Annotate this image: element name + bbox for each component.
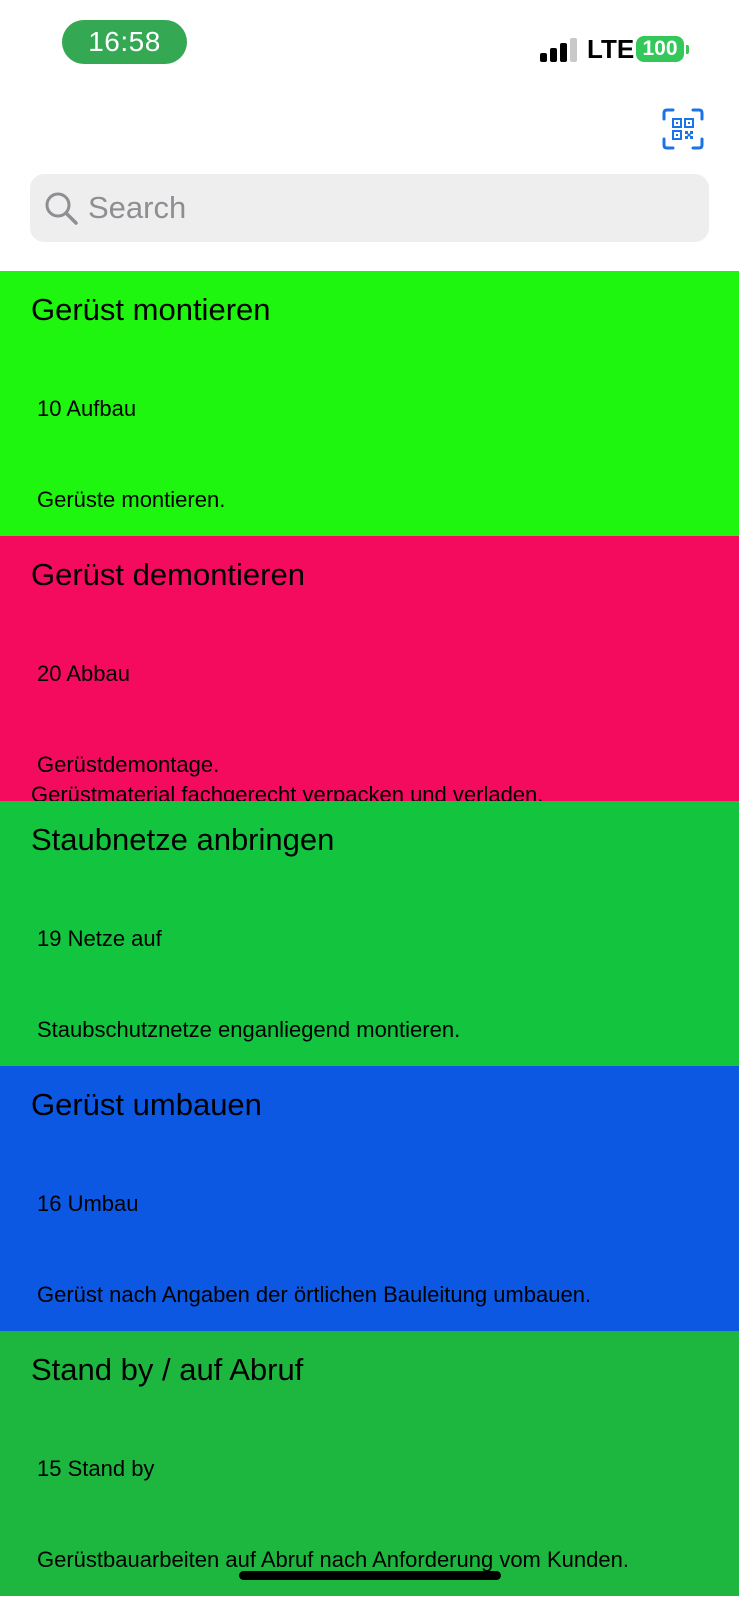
search-icon xyxy=(45,192,78,225)
status-bar: 16:58 LTE 100 xyxy=(0,0,739,90)
list-item-title: Gerüst montieren xyxy=(31,292,271,327)
list-item[interactable]: Staubnetze anbringen 19 Netze auf Staubsch… xyxy=(0,801,739,1066)
list-item-description-line: Gerüst nach Angaben der örtlichen Baulei… xyxy=(37,1282,592,1307)
list-item-description: Gerüste montieren. xyxy=(31,485,225,515)
list-item-description-line: Gerüstmaterial fachgerecht verpacken und… xyxy=(31,782,544,801)
network-type: LTE xyxy=(587,34,635,64)
list-item[interactable]: Gerüst demontieren 20 Abbau Gerüstdemontag… xyxy=(0,536,739,801)
battery-tip xyxy=(686,45,689,54)
list-item[interactable]: Gerüst umbauen 16 Umbau Gerüst nach Angabe… xyxy=(0,1066,739,1331)
cellular-signal-icon xyxy=(540,36,578,62)
list-item-title: Stand by / auf Abruf xyxy=(31,1352,304,1387)
list-item-description: Gerüst nach Angaben der örtlichen Baulei… xyxy=(31,1280,591,1310)
list-item-title: Staubnetze anbringen xyxy=(31,822,335,857)
list-item[interactable]: Stand by / auf Abruf 15 Stand by Gerüstbau… xyxy=(0,1331,739,1596)
battery-icon: 100 xyxy=(636,36,684,62)
home-indicator[interactable] xyxy=(239,1571,501,1580)
list-item-code: 15 Stand by xyxy=(37,1456,155,1481)
screen: 16:58 LTE 100 Search Gerüst montieren 10… xyxy=(0,0,739,1600)
list-item-description: Gerüstdemontage. Gerüstmaterial fachgerec… xyxy=(31,750,543,801)
activity-list: Gerüst montieren 10 Aufbau Gerüste montier… xyxy=(0,271,739,1596)
search-input[interactable] xyxy=(88,174,688,242)
list-item-description-line: Gerüste montieren. xyxy=(37,487,226,512)
qr-code-scan-icon xyxy=(662,108,704,150)
list-item-code: 20 Abbau xyxy=(37,661,130,686)
list-item-code: 16 Umbau xyxy=(37,1191,139,1216)
qr-scan-button[interactable] xyxy=(662,108,704,150)
list-item-code: 19 Netze auf xyxy=(37,926,162,951)
search-bar[interactable] xyxy=(30,174,709,242)
list-item-description: Staubschutznetze enganliegend montieren. xyxy=(31,1015,460,1045)
status-time: 16:58 xyxy=(62,20,187,64)
list-item-code: 10 Aufbau xyxy=(37,396,137,421)
list-item[interactable]: Gerüst montieren 10 Aufbau Gerüste montier… xyxy=(0,271,739,536)
list-item-title: Gerüst umbauen xyxy=(31,1087,262,1122)
list-item-title: Gerüst demontieren xyxy=(31,557,305,592)
list-item-description-line: Staubschutznetze enganliegend montieren. xyxy=(37,1017,461,1042)
list-item-description-line: Gerüstdemontage. xyxy=(37,752,220,777)
